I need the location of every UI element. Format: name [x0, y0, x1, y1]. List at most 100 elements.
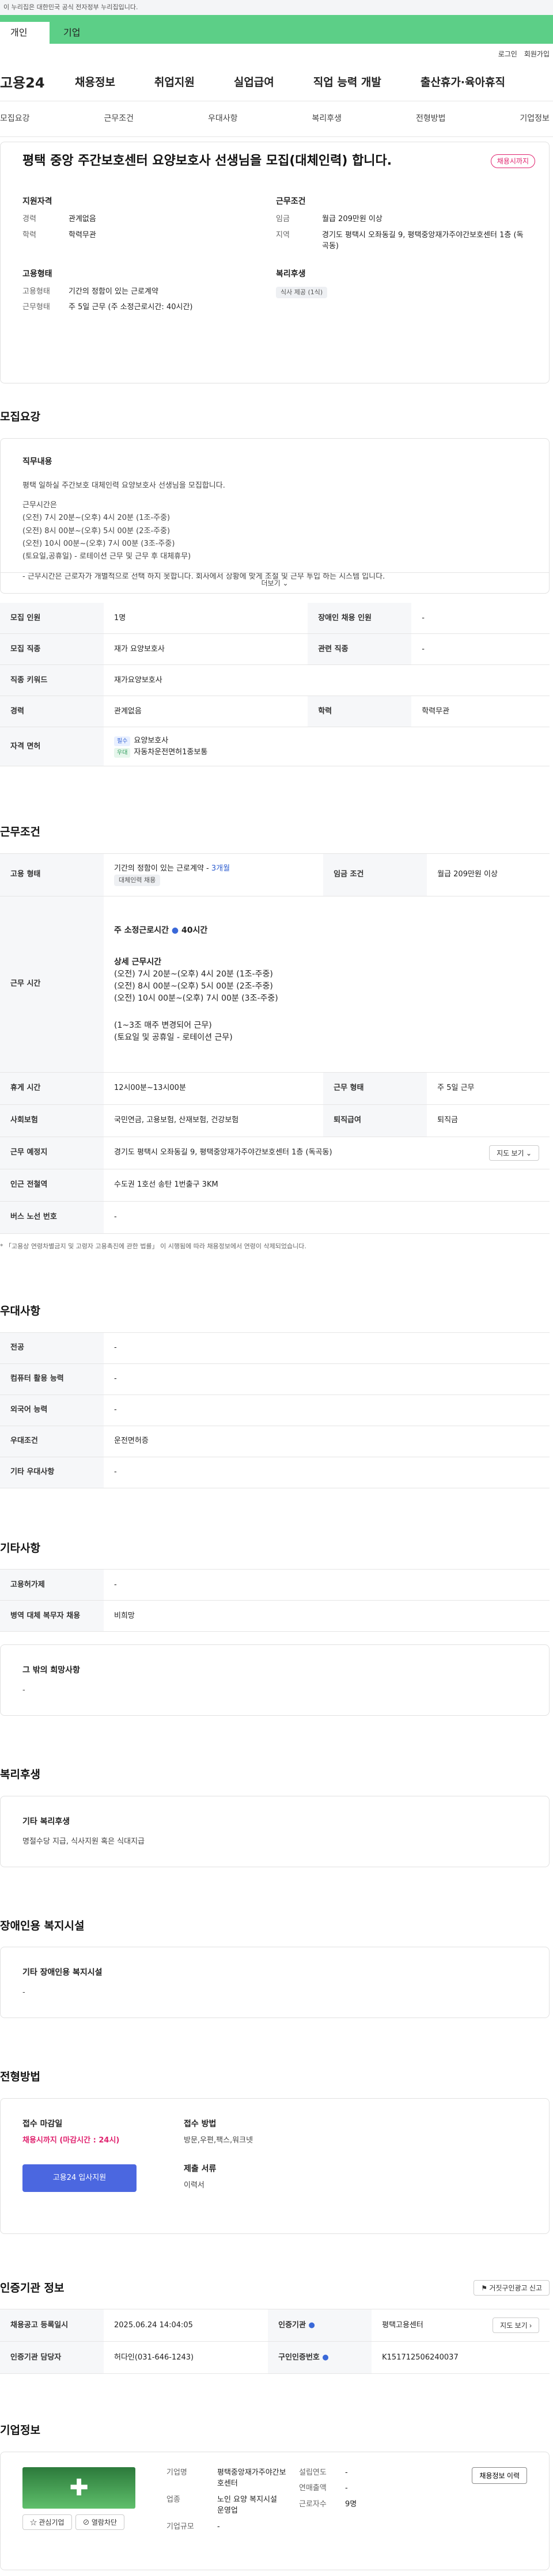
value: 월급 209만원 이상 [322, 215, 382, 223]
nav-employment-support[interactable]: 취업지원 [154, 74, 195, 91]
row-value: 경기도 평택시 오좌동길 9, 평택중앙재가주야간보호센터 1층 (독곡동) [114, 1148, 332, 1157]
box-value: - [22, 1686, 25, 1694]
work-table: 고용 형태 기간의 정함이 있는 근로계약 - 3개월 대체인력 채용 임금 조건 월급… [0, 853, 550, 1234]
label: 경력 [22, 215, 36, 223]
anchor-work[interactable]: 근무조건 [104, 113, 134, 125]
job-description-card: 직무내용 평택 일하실 주간보호 대체인력 요양보호사 선생님을 모집합니다. … [0, 438, 550, 594]
label: 기업명 [166, 2468, 187, 2477]
row-label: 사회보험 [0, 1104, 104, 1137]
row-value: 2025.06.24 14:04:05 [104, 2309, 268, 2342]
label: 근로자수 [299, 2499, 327, 2509]
nav-unemployment-benefit[interactable]: 실업급여 [234, 74, 274, 91]
info-icon[interactable]: ● [172, 926, 179, 935]
value: 학력무관 [69, 230, 96, 240]
row-label: 직종 키워드 [0, 664, 104, 696]
favorite-button[interactable]: ☆ 관심기업 [22, 2514, 72, 2530]
label: 학력 [22, 230, 36, 240]
row-label: 장애인 채용 인원 [308, 602, 412, 634]
duty-line: (오전) 8시 00분~(오후) 5시 00분 (2조-주중) [22, 526, 171, 535]
section-title: 인증기관 정보 [0, 2281, 65, 2294]
row-label: 인증기관 [278, 2320, 306, 2330]
company-logo: ✚ [22, 2467, 135, 2509]
anchor-process[interactable]: 전형방법 [416, 113, 446, 125]
qual-heading: 지원자격 [22, 197, 52, 206]
row-label: 우대조건 [0, 1426, 104, 1457]
license: 요양보호사 [134, 736, 169, 745]
row-value: - [104, 1395, 550, 1426]
star-icon: ☆ [30, 2518, 37, 2526]
row-label: 전공 [0, 1332, 104, 1364]
row-label: 경력 [0, 696, 104, 727]
job-history-button[interactable]: 채용정보 이력 [472, 2467, 527, 2484]
tab-personal[interactable]: 개인 [0, 22, 50, 44]
apply-button[interactable]: 고용24 입사지원 [22, 2164, 137, 2192]
info-icon[interactable]: ● [322, 2353, 328, 2362]
block-button[interactable]: ⊘ 열람차단 [75, 2514, 125, 2530]
row-value: 학력무관 [411, 696, 550, 727]
row-value: - [104, 1569, 550, 1601]
row-value: 1명 [104, 602, 308, 634]
deadline-badge: 채용시까지 [490, 154, 535, 168]
row-label: 근무 시간 [0, 896, 104, 1073]
row-value: 기간의 정함이 있는 근로계약 - [114, 864, 211, 873]
nav-jobs[interactable]: 채용정보 [75, 74, 115, 91]
gov-banner: 이 누리집은 대한민국 공식 전자정부 누리집입니다. [0, 0, 553, 15]
anchor-company[interactable]: 기업정보 [520, 113, 550, 125]
label: 임금 [276, 215, 290, 223]
report-label: 거짓구인광고 신고 [489, 2284, 542, 2293]
wish-box: 그 밖의 희망사항 - [0, 1644, 550, 1716]
box-value: 방문,우편,팩스,워크넷 [184, 2136, 253, 2145]
tab-business[interactable]: 기업 [53, 22, 90, 44]
box-value: 이력서 [184, 2181, 204, 2190]
time-line: (토요일 및 공휴일 - 로테이션 근무) [114, 1032, 233, 1042]
section-title: 우대사항 [0, 1305, 40, 1317]
value: - [217, 2522, 220, 2531]
box-value: - [22, 1988, 25, 1997]
label: 근무형태 [22, 303, 50, 311]
duty-line: 평택 일하실 주간보호 대체인력 요양보호사 선생님을 모집합니다. [22, 481, 225, 490]
value: 기간의 정함이 있는 근로계약 [69, 287, 158, 296]
label: 기업규모 [166, 2522, 194, 2531]
nav-leave[interactable]: 출산휴가·육아휴직 [421, 74, 505, 91]
time-line: (오전) 8시 00분~(오후) 5시 00분 (2조-주중) [114, 981, 273, 991]
signup-link[interactable]: 회원가입 [524, 49, 550, 59]
label: 연매출액 [299, 2484, 327, 2493]
row-label: 근무 예정지 [0, 1137, 104, 1169]
row-label: 임금 조건 [323, 853, 427, 896]
row-label: 관련 직종 [308, 633, 412, 665]
row-label: 병역 대체 복무자 채용 [0, 1600, 104, 1632]
map-button[interactable]: 지도 보기 ⌄ [489, 1145, 539, 1161]
anchor-benefit[interactable]: 복리후생 [312, 113, 342, 125]
weekly-hours-label: 주 소정근로시간 [114, 925, 169, 935]
row-value: - [104, 1457, 550, 1488]
chevron-right-icon: › [529, 2322, 532, 2330]
row-label: 인증기관 담당자 [0, 2341, 104, 2374]
audience-tabs: 개인 기업 [0, 15, 553, 44]
report-button[interactable]: ⚑ 거짓구인광고 신고 [474, 2280, 550, 2296]
logo[interactable]: 고용24 [0, 73, 63, 93]
section-title: 근무조건 [0, 826, 40, 838]
row-value: 운전면허증 [104, 1426, 550, 1457]
info-icon[interactable]: ● [309, 2321, 315, 2330]
anchor-pref[interactable]: 우대사항 [208, 113, 238, 125]
box-heading: 기타 복리후생 [22, 1817, 70, 1826]
row-value: 주 5일 근무 [427, 1072, 550, 1105]
emp-heading: 고용형태 [22, 269, 52, 279]
row-label: 채용공고 등록일시 [0, 2309, 104, 2342]
row-label: 퇴직급여 [323, 1104, 427, 1137]
more-button[interactable]: 더보기 ⌄ [1, 572, 549, 593]
detail-hours-heading: 상세 근무시간 [114, 957, 162, 967]
agency-map-button[interactable]: 지도 보기 › [493, 2317, 539, 2333]
row-value: - [104, 1332, 550, 1364]
cross-icon: ✚ [69, 2474, 89, 2501]
deadline-value: 채용시까지 (마감시간 : 24시) [22, 2136, 120, 2145]
row-label: 휴게 시간 [0, 1072, 104, 1105]
login-link[interactable]: 로그인 [498, 49, 517, 59]
row-label: 버스 노선 번호 [0, 1201, 104, 1234]
anchor-recruit[interactable]: 모집요강 [0, 113, 30, 125]
license: 자동차운전면허1종보통 [134, 747, 208, 757]
duty-heading: 직무내용 [22, 457, 52, 466]
duty-line: 근무시간은 [22, 500, 57, 510]
label: 지역 [276, 230, 290, 240]
nav-skills[interactable]: 직업 능력 개발 [313, 74, 381, 91]
